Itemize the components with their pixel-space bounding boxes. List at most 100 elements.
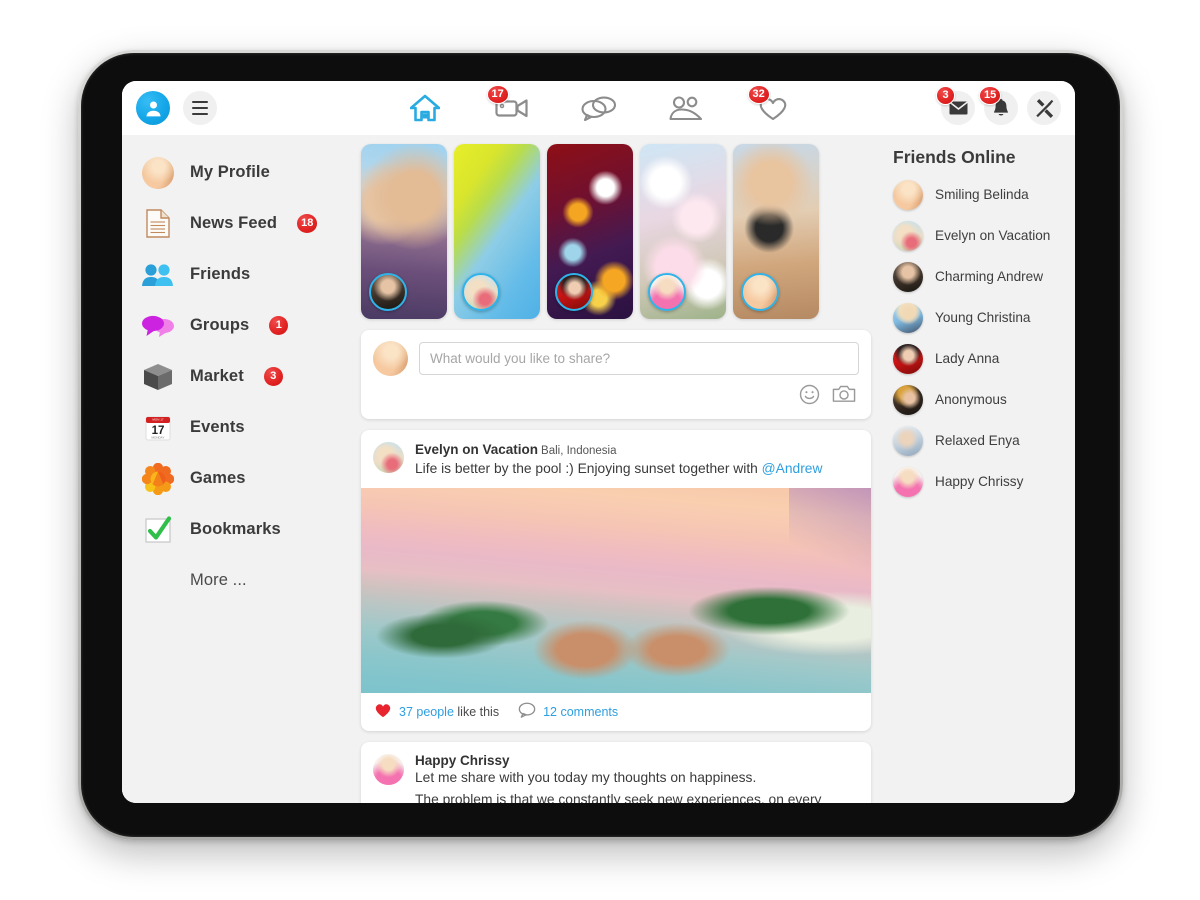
friend-list-item[interactable]: Smiling Belinda — [893, 174, 1075, 215]
friend-avatar — [893, 220, 923, 251]
friend-list-item[interactable]: Evelyn on Vacation — [893, 215, 1075, 256]
checkmark-icon — [140, 512, 176, 548]
sidebar-item-my-profile[interactable]: My Profile — [122, 147, 355, 198]
story-card[interactable] — [454, 144, 540, 319]
topbar-center-nav: 17 32 — [406, 85, 792, 125]
bell-icon[interactable]: 15 — [979, 86, 1018, 125]
camera-icon[interactable] — [832, 384, 856, 410]
friend-name: Smiling Belinda — [935, 187, 1029, 202]
hamburger-menu-icon[interactable] — [183, 91, 217, 125]
friend-list-item[interactable]: Anonymous — [893, 379, 1075, 420]
news-feed-column: Evelyn on VacationBali, Indonesia Life i… — [355, 135, 879, 803]
friend-name: Evelyn on Vacation — [935, 228, 1051, 243]
post-comments[interactable]: 12 comments — [518, 702, 618, 721]
post-likes[interactable]: 37 people like this — [374, 702, 499, 721]
sidebar-label-groups: Groups — [190, 316, 250, 334]
post-author-avatar — [373, 442, 404, 473]
sidebar-item-more[interactable]: More ... — [122, 555, 355, 606]
more-spacer — [140, 563, 176, 599]
friend-avatar — [893, 425, 923, 456]
speech-bubbles-icon — [140, 308, 176, 344]
pinwheel-icon — [140, 461, 176, 497]
sidebar-item-bookmarks[interactable]: Bookmarks — [122, 504, 355, 555]
story-card[interactable] — [547, 144, 633, 319]
friend-name: Lady Anna — [935, 351, 1000, 366]
likes-count[interactable]: 37 people — [399, 705, 454, 719]
video-camera-icon[interactable]: 17 — [486, 85, 531, 125]
two-people-icon — [140, 257, 176, 293]
friend-avatar — [893, 302, 923, 333]
sidebar-label-bookmarks: Bookmarks — [190, 520, 281, 538]
story-card[interactable] — [733, 144, 819, 319]
home-icon[interactable] — [406, 91, 444, 125]
composer-avatar — [373, 341, 408, 376]
story-card[interactable] — [361, 144, 447, 319]
likes-suffix: like this — [457, 704, 500, 719]
story-avatar — [462, 273, 500, 311]
friends-online-title: Friends Online — [893, 147, 1016, 167]
friend-avatar — [893, 179, 923, 210]
people-icon[interactable] — [667, 91, 705, 125]
sidebar-label-market: Market — [190, 367, 244, 385]
friend-list-item[interactable]: Lady Anna — [893, 338, 1075, 379]
friend-name: Charming Andrew — [935, 269, 1044, 284]
story-avatar — [555, 273, 593, 311]
top-navigation-bar: 17 32 3 15 — [122, 81, 1075, 135]
friend-avatar — [893, 261, 923, 292]
sidebar-badge-market: 3 — [263, 367, 283, 386]
friend-list-item[interactable]: Relaxed Enya — [893, 420, 1075, 461]
story-avatar — [741, 273, 779, 311]
heart-filled-icon — [374, 702, 392, 721]
post-text-line: Let me share with you today my thoughts … — [415, 770, 757, 786]
messages-badge: 3 — [936, 86, 955, 105]
envelope-icon[interactable]: 3 — [936, 86, 975, 125]
box-icon — [140, 359, 176, 395]
stories-row — [361, 144, 871, 319]
post-author-name[interactable]: Happy Chrissy — [415, 753, 859, 768]
post-location: Bali, Indonesia — [541, 445, 617, 457]
sidebar-badge-groups: 1 — [269, 316, 289, 335]
friend-name: Happy Chrissy — [935, 474, 1024, 489]
sidebar-label-my-profile: My Profile — [190, 163, 270, 181]
svg-text:MON 17: MON 17 — [152, 417, 164, 421]
comment-bubble-icon — [518, 702, 536, 721]
sidebar-item-market[interactable]: Market 3 — [122, 351, 355, 402]
sidebar-item-friends[interactable]: Friends — [122, 249, 355, 300]
sidebar-item-news-feed[interactable]: News Feed 18 — [122, 198, 355, 249]
post-text-line: The problem is that we constantly seek n… — [415, 792, 822, 803]
chat-bubbles-icon[interactable] — [580, 91, 618, 125]
post-card: Happy Chrissy Let me share with you toda… — [361, 742, 871, 803]
story-avatar — [369, 273, 407, 311]
friend-name: Young Christina — [935, 310, 1031, 325]
sidebar-label-news-feed: News Feed — [190, 214, 278, 232]
post-text-main: Life is better by the pool :) Enjoying s… — [415, 461, 762, 476]
friend-avatar — [893, 343, 923, 374]
sidebar-label-friends: Friends — [190, 265, 251, 283]
story-card[interactable] — [640, 144, 726, 319]
tablet-device-frame: 17 32 3 15 My Profile News Feed 18 Frien… — [78, 50, 1123, 840]
post-author-name[interactable]: Evelyn on Vacation — [415, 442, 538, 457]
post-composer-card — [361, 330, 871, 419]
friend-list-item[interactable]: Young Christina — [893, 297, 1075, 338]
share-input[interactable] — [419, 342, 859, 375]
calendar-icon: MON 17 17 MONDAY — [140, 410, 176, 446]
topbar-left-group — [122, 91, 217, 125]
comments-count[interactable]: 12 comments — [543, 705, 618, 719]
tools-icon[interactable] — [1027, 91, 1061, 125]
sidebar-label-more: More ... — [190, 571, 247, 589]
heart-icon[interactable]: 32 — [747, 85, 792, 125]
friend-name: Anonymous — [935, 392, 1007, 407]
post-card: Evelyn on Vacation Bali, Indonesia Life i… — [361, 430, 871, 732]
person-avatar-icon[interactable] — [136, 91, 170, 125]
sidebar-item-games[interactable]: Games — [122, 453, 355, 504]
smiley-face-icon[interactable] — [799, 384, 820, 410]
sunset-infinity-pool-photo[interactable] — [361, 488, 871, 694]
topbar-right-group: 3 15 — [936, 86, 1075, 125]
friend-list-item[interactable]: Charming Andrew — [893, 256, 1075, 297]
friend-avatar — [893, 384, 923, 415]
sidebar-item-groups[interactable]: Groups 1 — [122, 300, 355, 351]
post-mention-link[interactable]: @Andrew — [762, 461, 823, 476]
friend-list-item[interactable]: Happy Chrissy — [893, 461, 1075, 502]
sidebar-item-events[interactable]: MON 17 17 MONDAY Events — [122, 402, 355, 453]
friend-name: Relaxed Enya — [935, 433, 1020, 448]
